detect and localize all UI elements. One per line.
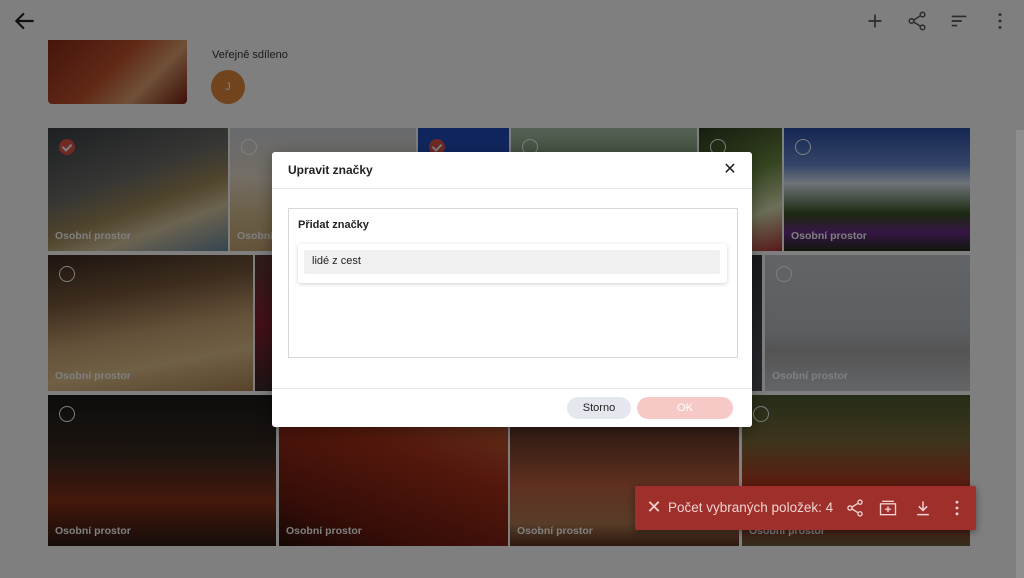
cancel-button[interactable]: Storno (567, 397, 631, 419)
selection-count-label: Počet vybraných položek: 4 (668, 500, 834, 515)
ok-button[interactable]: OK (637, 397, 733, 419)
close-selection-icon[interactable]: ✕ (646, 498, 662, 516)
tag-section: Přidat značky lidé z cest (288, 208, 738, 358)
close-icon[interactable]: ✕ (722, 162, 738, 178)
more-vertical-icon[interactable] (947, 498, 967, 518)
dialog-title: Upravit značky (288, 163, 373, 177)
edit-tags-dialog: Upravit značky ✕ Přidat značky lidé z ce… (272, 152, 752, 427)
scrollbar[interactable] (1016, 130, 1024, 578)
selection-action-bar: ✕ Počet vybraných položek: 4 (635, 486, 976, 530)
tag-chip[interactable]: lidé z cest (304, 250, 720, 274)
share-icon[interactable] (845, 498, 865, 518)
tag-input[interactable]: lidé z cest (298, 244, 727, 283)
divider (272, 188, 752, 189)
download-icon[interactable] (913, 498, 933, 518)
tag-section-title: Přidat značky (298, 219, 369, 231)
divider (272, 388, 752, 389)
add-to-album-icon[interactable] (878, 498, 898, 518)
